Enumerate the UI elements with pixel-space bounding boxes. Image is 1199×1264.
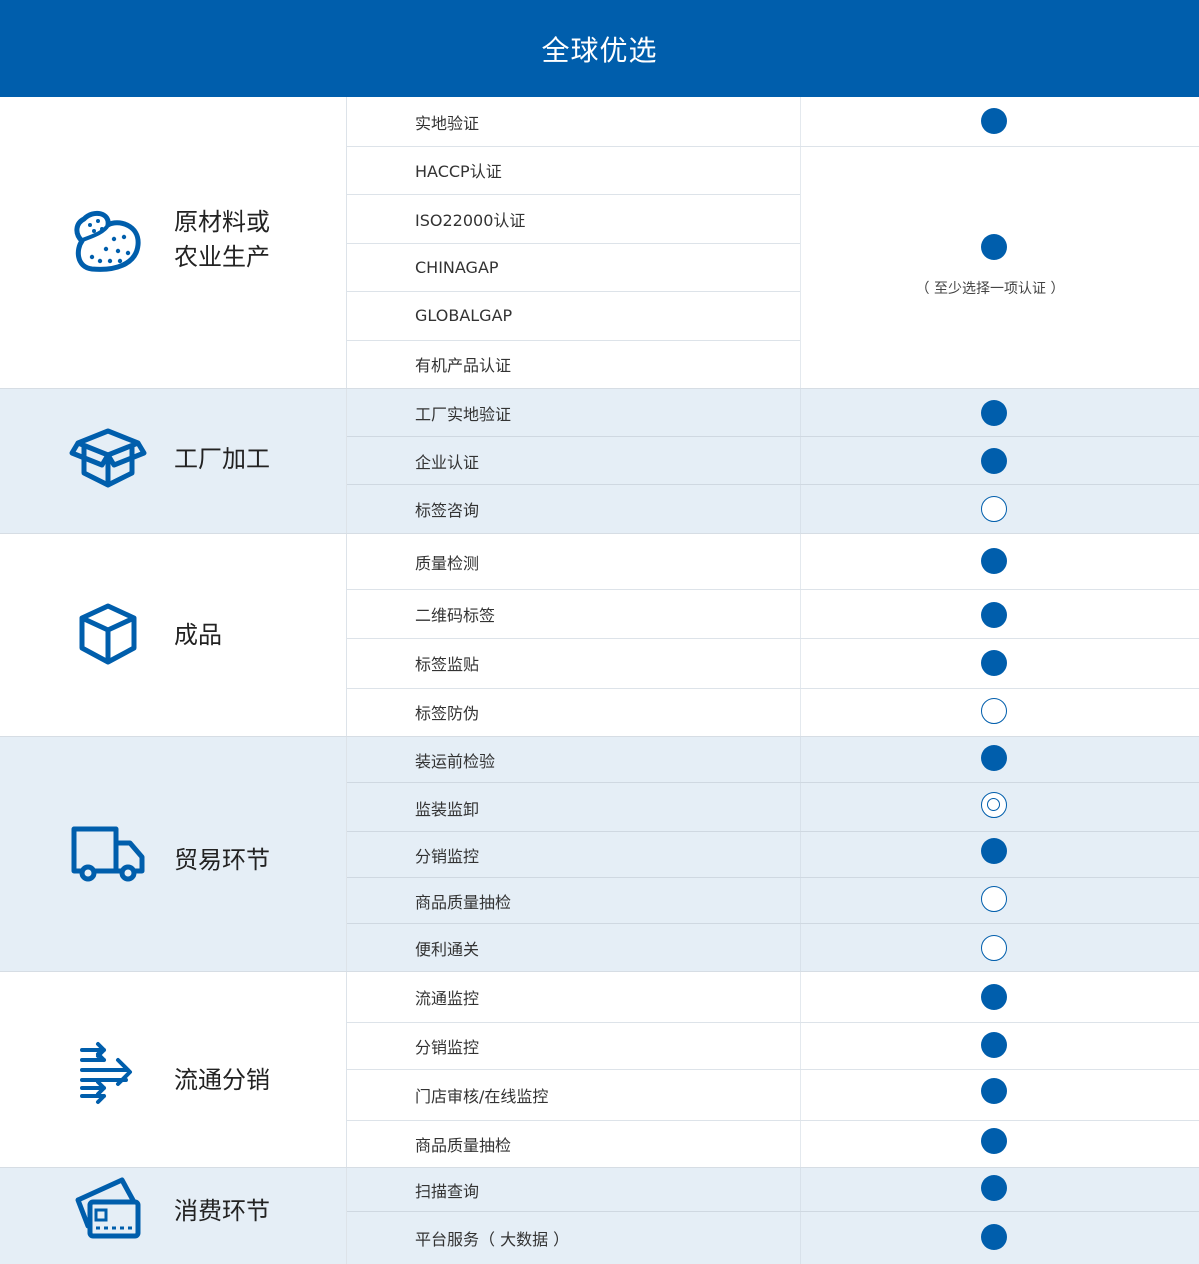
cube-icon bbox=[68, 596, 148, 676]
item-list: 装运前检验 监装监卸 分销监控 商品质量抽检 便利通关 bbox=[347, 737, 1199, 971]
list-item: 有机产品认证 bbox=[415, 356, 512, 375]
category-label: 原材料或 农业生产 bbox=[174, 208, 270, 271]
section-finished-product: 成品 质量检测 二维码标签 标签监贴 标签防伪 bbox=[0, 533, 1199, 736]
category-label: 消费环节 bbox=[174, 1197, 270, 1225]
list-item: 工厂实地验证 bbox=[347, 389, 1199, 437]
category-label: 成品 bbox=[174, 621, 222, 649]
potato-icon bbox=[70, 203, 150, 283]
section-distribution: 流通分销 流通监控 分销监控 门店审核/在线监控 商品质量抽检 bbox=[0, 971, 1199, 1167]
included-dot-icon bbox=[981, 1032, 1007, 1058]
optional-circle-icon bbox=[981, 698, 1007, 724]
included-dot-icon bbox=[981, 1224, 1007, 1250]
list-item: 二维码标签 bbox=[347, 589, 1199, 639]
list-item: 标签咨询 bbox=[415, 501, 480, 520]
included-dot-icon bbox=[981, 234, 1007, 260]
list-item: 标签监贴 bbox=[347, 638, 1199, 689]
optional-circle-icon bbox=[981, 496, 1007, 522]
section-consumption: 消费环节 扫描查询 平台服务（ 大数据 ） bbox=[0, 1167, 1199, 1264]
item-list: 实地验证 HACCP认证 ISO22000认证 CHINAGAP GLOBALG… bbox=[347, 97, 1199, 388]
open-box-icon bbox=[68, 421, 148, 501]
list-item: 质量检测 bbox=[347, 534, 1199, 590]
item-list: 质量检测 二维码标签 标签监贴 标签防伪 bbox=[347, 534, 1199, 736]
list-item: 分销监控 bbox=[347, 832, 1199, 878]
list-item: 商品质量抽检 bbox=[347, 878, 1199, 924]
included-dot-icon bbox=[981, 1078, 1007, 1104]
list-item: GLOBALGAP bbox=[347, 291, 1199, 341]
list-item: 扫描查询 bbox=[347, 1168, 1199, 1212]
certification-note: （ 至少选择一项认证 ） bbox=[915, 281, 1065, 297]
list-item: 便利通关 bbox=[415, 940, 480, 959]
included-dot-icon bbox=[981, 448, 1007, 474]
list-item: 门店审核/在线监控 bbox=[347, 1069, 1199, 1121]
included-dot-icon bbox=[981, 745, 1007, 771]
included-dot-icon bbox=[981, 838, 1007, 864]
truck-icon bbox=[68, 813, 148, 893]
included-dot-icon bbox=[981, 400, 1007, 426]
included-dot-icon bbox=[981, 602, 1007, 628]
category-label: 流通分销 bbox=[174, 1066, 270, 1094]
list-item: 流通监控 bbox=[347, 972, 1199, 1023]
list-item: 实地验证 bbox=[347, 97, 1199, 147]
flow-arrows-icon bbox=[68, 1034, 148, 1114]
section-raw-material: 原材料或 农业生产 实地验证 HACCP认证 ISO22000认证 CHINAG… bbox=[0, 97, 1199, 388]
included-dot-icon bbox=[981, 1175, 1007, 1201]
category-cell: 消费环节 bbox=[0, 1168, 347, 1264]
section-trade: 贸易环节 装运前检验 监装监卸 分销监控 商品质量抽检 便利通关 bbox=[0, 736, 1199, 971]
list-item: ISO22000认证 bbox=[347, 194, 1199, 244]
list-item: 平台服务（ 大数据 ） bbox=[415, 1230, 570, 1249]
list-item: 企业认证 bbox=[347, 437, 1199, 485]
list-item: HACCP认证 bbox=[347, 146, 1199, 195]
category-label: 工厂加工 bbox=[174, 445, 270, 473]
page-header: 全球优选 bbox=[0, 0, 1199, 97]
list-item: 标签防伪 bbox=[415, 704, 480, 723]
list-item: 装运前检验 bbox=[347, 737, 1199, 783]
included-dot-icon bbox=[981, 1128, 1007, 1154]
list-item: 分销监控 bbox=[347, 1022, 1199, 1070]
category-cell: 流通分销 bbox=[0, 972, 347, 1167]
optional-circle-icon bbox=[981, 886, 1007, 912]
category-label: 贸易环节 bbox=[174, 846, 270, 874]
item-list: 工厂实地验证 企业认证 标签咨询 bbox=[347, 389, 1199, 533]
included-dot-icon bbox=[981, 108, 1007, 134]
category-cell: 贸易环节 bbox=[0, 737, 347, 971]
included-dot-icon bbox=[981, 548, 1007, 574]
list-item: 商品质量抽检 bbox=[415, 1136, 512, 1155]
category-cell: 成品 bbox=[0, 534, 347, 736]
partial-ring-icon bbox=[981, 792, 1007, 818]
included-dot-icon bbox=[981, 984, 1007, 1010]
category-cell: 原材料或 农业生产 bbox=[0, 97, 347, 388]
item-list: 流通监控 分销监控 门店审核/在线监控 商品质量抽检 bbox=[347, 972, 1199, 1167]
item-list: 扫描查询 平台服务（ 大数据 ） bbox=[347, 1168, 1199, 1264]
card-icon bbox=[70, 1172, 150, 1252]
category-cell: 工厂加工 bbox=[0, 389, 347, 533]
optional-circle-icon bbox=[981, 935, 1007, 961]
list-item: 监装监卸 bbox=[347, 783, 1199, 832]
section-factory: 工厂加工 工厂实地验证 企业认证 标签咨询 bbox=[0, 388, 1199, 533]
included-dot-icon bbox=[981, 650, 1007, 676]
page-title: 全球优选 bbox=[541, 33, 658, 67]
